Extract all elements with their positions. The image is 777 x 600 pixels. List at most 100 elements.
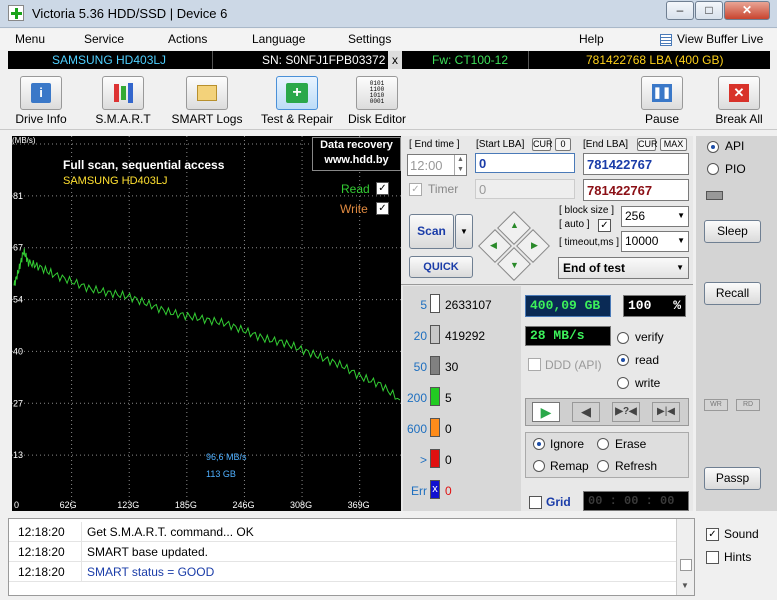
api-radio[interactable]	[707, 141, 719, 153]
direction-pad: ▲ ◀ ▶ ▼	[478, 211, 550, 281]
menu-service[interactable]: Service	[84, 32, 124, 46]
log-message: Get S.M.A.R.T. command... OK	[87, 525, 254, 539]
maximize-button[interactable]: □	[695, 1, 723, 20]
scan-dropdown[interactable]: ▼	[455, 214, 473, 249]
menu-actions[interactable]: Actions	[168, 32, 207, 46]
break-all-button[interactable]: ✕ Break All	[710, 76, 768, 126]
ignore-label: Ignore	[550, 437, 585, 451]
latency-count: 2633107	[445, 298, 492, 312]
percent-readout: 100%	[623, 295, 686, 317]
test-repair-button[interactable]: + Test & Repair	[255, 76, 339, 126]
scroll-down-icon[interactable]: ▼	[681, 581, 689, 590]
latency-threshold: >	[419, 453, 427, 467]
latency-count: 0	[445, 484, 452, 498]
log-message: SMART status = GOOD	[87, 565, 215, 579]
y-tick-label: 54	[13, 295, 23, 305]
end-lba-input[interactable]: 781422767	[583, 153, 689, 175]
quick-button[interactable]: QUICK	[409, 256, 473, 278]
data-recovery-ad[interactable]: Data recovery www.hdd.by	[312, 137, 401, 171]
butterfly-button[interactable]: ▶|◀	[652, 402, 680, 422]
play-forward-button[interactable]: ▶	[532, 402, 560, 422]
scroll-thumb[interactable]	[680, 559, 692, 571]
graph-subtitle: SAMSUNG HD403LJ	[63, 175, 168, 187]
pause-button[interactable]: ❚❚ Pause	[640, 76, 684, 126]
arrow-up-icon: ▲	[510, 220, 519, 230]
view-buffer-live[interactable]: View Buffer Live	[677, 32, 763, 46]
speed-graph: 81 67 54 40 27 13 0 62G 123G 185G 246G 308G 369G (MB…	[12, 136, 401, 511]
menu-bar: Menu Service Actions Language Settings H…	[0, 29, 777, 50]
write-legend-label: Write	[340, 202, 368, 216]
start-lba-zero-button[interactable]: 0	[555, 138, 571, 151]
end-time-input[interactable]: 12:00 ▲ ▼	[407, 154, 467, 176]
log-scrollbar[interactable]: ▼	[676, 519, 694, 595]
close-device-button[interactable]: x	[388, 51, 402, 69]
side-panel: API PIO Sleep Recall WR RD Passp	[696, 136, 777, 511]
timer-input[interactable]: 0	[475, 179, 575, 199]
latency-threshold: Err	[411, 484, 427, 498]
view-buffer-icon	[660, 34, 672, 46]
arrow-left-icon: ◀	[490, 240, 497, 250]
end-lba-secondary[interactable]: 781422767	[583, 179, 689, 201]
ddd-label: DDD (API)	[545, 358, 602, 372]
x-tick-label: 62G	[60, 500, 77, 510]
log-time: 12:18:20	[18, 525, 65, 539]
refresh-radio[interactable]	[597, 460, 609, 472]
speed-readout: 96,6 MB/s	[206, 452, 247, 462]
latency-color-swatch: x	[430, 480, 440, 499]
latency-color-swatch	[430, 387, 440, 406]
menu-menu[interactable]: Menu	[15, 32, 45, 46]
block-size-select[interactable]: 256 ▼	[621, 206, 689, 227]
start-lba-cur-button[interactable]: CUR	[532, 138, 553, 151]
start-lba-input[interactable]: 0	[475, 153, 575, 173]
refresh-label: Refresh	[615, 459, 658, 473]
auto-label: [ auto ]	[559, 219, 590, 230]
playback-controls: ▶ ◀ ▶?◀ ▶|◀	[525, 398, 689, 426]
latency-count: 419292	[445, 329, 486, 343]
end-lba-max-button[interactable]: MAX	[660, 138, 687, 151]
menu-settings[interactable]: Settings	[348, 32, 391, 46]
y-tick-label: 67	[13, 243, 23, 253]
title-bar: Victoria 5.36 HDD/SSD | Device 6 – □ ✕	[0, 0, 777, 28]
auto-checkbox[interactable]: ✓	[598, 219, 611, 232]
verify-radio[interactable]	[617, 332, 629, 344]
minimize-button[interactable]: –	[666, 1, 694, 20]
x-tick-label: 308G	[290, 500, 312, 510]
smart-button[interactable]: S.M.A.R.T	[90, 76, 156, 126]
write-mode-label: write	[635, 376, 661, 390]
write-radio[interactable]	[617, 377, 629, 389]
size-readout: 113 GB	[206, 469, 236, 479]
remap-radio[interactable]	[533, 460, 545, 472]
pio-radio[interactable]	[707, 163, 719, 175]
ddd-checkbox[interactable]	[528, 358, 541, 371]
close-button[interactable]: ✕	[724, 1, 770, 20]
drive-info-button[interactable]: i Drive Info	[12, 76, 70, 126]
random-seek-button[interactable]: ▶?◀	[612, 402, 640, 422]
read-checkbox[interactable]: ✓	[376, 182, 389, 195]
read-radio[interactable]	[617, 354, 629, 366]
write-checkbox[interactable]: ✓	[376, 202, 389, 215]
position-readout: 400,09 GB	[525, 295, 611, 317]
sound-checkbox[interactable]: ✓	[706, 528, 719, 541]
scan-button[interactable]: Scan	[409, 214, 454, 249]
passp-button[interactable]: Passp	[704, 467, 761, 490]
x-tick-label: 246G	[232, 500, 254, 510]
end-of-test-select[interactable]: End of test ▼	[558, 257, 689, 279]
ignore-radio[interactable]	[533, 438, 545, 450]
latency-threshold: 5	[420, 298, 427, 312]
disk-editor-button[interactable]: 0101 1100 1010 0001 Disk Editor	[344, 76, 410, 126]
recall-button[interactable]: Recall	[704, 282, 761, 305]
play-backward-button[interactable]: ◀	[572, 402, 600, 422]
erase-radio[interactable]	[597, 438, 609, 450]
latency-row: >0	[403, 449, 521, 471]
timer-checkbox[interactable]: ✓	[409, 183, 422, 196]
latency-count: 5	[445, 391, 452, 405]
end-lba-cur-button[interactable]: CUR	[637, 138, 658, 151]
grid-checkbox[interactable]	[529, 496, 542, 509]
sleep-button[interactable]: Sleep	[704, 220, 761, 243]
menu-language[interactable]: Language	[252, 32, 305, 46]
timeout-select[interactable]: 10000 ▼	[621, 231, 689, 252]
menu-help[interactable]: Help	[579, 32, 604, 46]
smart-logs-button[interactable]: SMART Logs	[170, 76, 244, 126]
hints-checkbox[interactable]	[706, 551, 719, 564]
pause-icon: ❚❚	[641, 76, 683, 110]
